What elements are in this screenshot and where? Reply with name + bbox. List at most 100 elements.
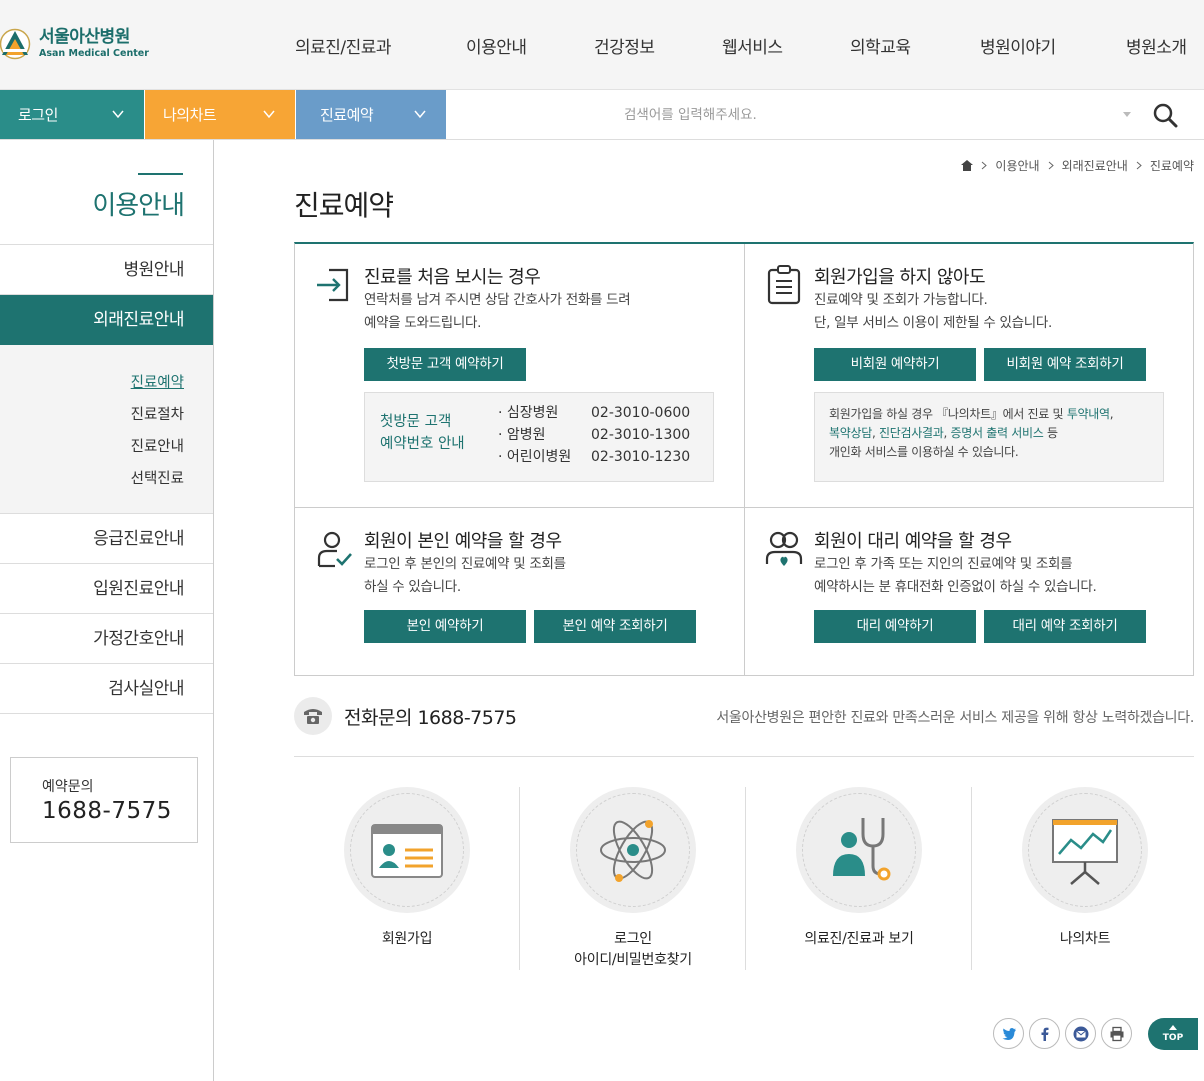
quick-link-label-line2: 아이디/비밀번호찾기 bbox=[574, 952, 692, 968]
phone-name: · 심장병원 bbox=[498, 405, 559, 421]
clipboard-icon bbox=[767, 265, 801, 305]
card-desc-line2: 예약을 도와드립니다. bbox=[364, 315, 482, 331]
self-reserve-button[interactable]: 본인 예약하기 bbox=[364, 610, 526, 643]
user-check-icon bbox=[317, 531, 352, 568]
nav-doctors[interactable]: 의료진/진료과 bbox=[295, 33, 392, 58]
card-desc-line1: 로그인 후 본인의 진료예약 및 조회를 bbox=[364, 556, 566, 572]
quick-link-label: 회원가입 bbox=[294, 929, 520, 950]
site-header: 서울아산병원 Asan Medical Center 의료진/진료과 이용안내 … bbox=[0, 0, 1204, 90]
quick-link-label-line1: 의료진/진료과 보기 bbox=[804, 931, 914, 947]
sidebar-item-lab[interactable]: 검사실안내 bbox=[0, 664, 213, 714]
quick-link-doctors[interactable]: 의료진/진료과 보기 bbox=[746, 787, 972, 970]
breadcrumb: 이용안내 외래진료안내 진료예약 bbox=[961, 157, 1194, 174]
phone-inquiry-message: 서울아산병원은 편안한 진료와 만족스러운 서비스 제공을 위해 항상 노력하겠… bbox=[716, 710, 1194, 726]
nonmember-reserve-button[interactable]: 비회원 예약하기 bbox=[814, 348, 976, 381]
facebook-share-button[interactable] bbox=[1029, 1018, 1060, 1049]
note-text: , bbox=[1109, 407, 1114, 421]
quick-link-circle bbox=[570, 787, 696, 913]
quick-link-mychart[interactable]: 나의차트 bbox=[972, 787, 1198, 970]
chevron-right-icon bbox=[1048, 161, 1054, 170]
phone-box-title: 첫방문 고객예약번호 안내 bbox=[380, 411, 465, 455]
search-input[interactable] bbox=[596, 90, 1126, 139]
scroll-top-button[interactable]: TOP bbox=[1148, 1018, 1198, 1050]
sidebar-item-inpatient[interactable]: 입원진료안내 bbox=[0, 564, 213, 614]
atom-icon bbox=[600, 820, 666, 882]
proxy-reserve-button[interactable]: 대리 예약하기 bbox=[814, 610, 976, 643]
twitter-share-button[interactable] bbox=[993, 1018, 1024, 1049]
first-visit-reserve-button[interactable]: 첫방문 고객 예약하기 bbox=[364, 348, 526, 381]
submenu-treatment-guide[interactable]: 진료안내 bbox=[0, 431, 184, 463]
page: { "header": { "logo_kr": "서울아산병원", "logo… bbox=[0, 0, 1204, 1081]
nav-education[interactable]: 의학교육 bbox=[850, 33, 911, 58]
arrow-up-icon bbox=[1169, 1025, 1177, 1030]
side-nav-deco bbox=[138, 173, 183, 175]
reservation-cards: 진료를 처음 보시는 경우 연락처를 남겨 주시면 상담 간호사가 전화를 드려… bbox=[294, 242, 1194, 676]
nav-health[interactable]: 건강정보 bbox=[594, 33, 655, 58]
search-icon[interactable] bbox=[1152, 102, 1178, 128]
reserve-button[interactable]: 진료예약 bbox=[296, 90, 446, 139]
card-desc: 로그인 후 본인의 진료예약 및 조회를하실 수 있습니다. bbox=[364, 553, 566, 599]
quick-link-login[interactable]: 로그인아이디/비밀번호찾기 bbox=[520, 787, 746, 970]
home-icon[interactable] bbox=[961, 160, 974, 171]
card-desc-line1: 연락처를 남겨 주시면 상담 간호사가 전화를 드려 bbox=[364, 292, 631, 308]
quick-link-label-line1: 로그인 bbox=[614, 931, 652, 947]
phone-box-title-line2: 예약번호 안내 bbox=[380, 436, 465, 452]
call-label: 예약문의 bbox=[42, 779, 94, 795]
breadcrumb-current: 진료예약 bbox=[1149, 159, 1194, 173]
card-desc-line2: 예약하시는 분 휴대전화 인증없이 하실 수 있습니다. bbox=[814, 579, 1097, 595]
search-dropdown-icon[interactable] bbox=[1123, 112, 1131, 117]
phone-number: 02-3010-1230 bbox=[591, 449, 691, 465]
nav-story[interactable]: 병원이야기 bbox=[980, 33, 1056, 58]
submenu-selective[interactable]: 선택진료 bbox=[0, 463, 184, 495]
member-benefit-note: 회원가입을 하실 경우 『나의차트』에서 진료 및 투약내역, 복약상담, 진단검… bbox=[814, 392, 1164, 482]
breadcrumb-item[interactable]: 이용안내 bbox=[995, 157, 1039, 174]
card-desc: 로그인 후 가족 또는 지인의 진료예약 및 조회를 예약하시는 분 휴대전화 인… bbox=[814, 553, 1097, 599]
sidebar-item-home-nursing[interactable]: 가정간호안내 bbox=[0, 614, 213, 664]
print-icon bbox=[1110, 1026, 1124, 1042]
chevron-down-icon bbox=[112, 110, 124, 119]
benefit-note-text: 회원가입을 하실 경우 『나의차트』에서 진료 및 투약내역, 복약상담, 진단검… bbox=[829, 405, 1114, 462]
proxy-lookup-button[interactable]: 대리 예약 조회하기 bbox=[984, 610, 1146, 643]
sidebar-submenu: 진료예약 진료절차 진료안내 선택진료 bbox=[0, 345, 213, 514]
note-text: 회원가입을 하실 경우 『나의차트』에서 진료 및 bbox=[829, 407, 1067, 421]
quick-link-label: 로그인아이디/비밀번호찾기 bbox=[520, 929, 746, 971]
nonmember-lookup-button[interactable]: 비회원 예약 조회하기 bbox=[984, 348, 1146, 381]
quick-bar: 로그인 나의차트 진료예약 bbox=[0, 90, 1204, 140]
nav-webservice[interactable]: 웹서비스 bbox=[722, 33, 783, 58]
twitter-icon bbox=[1002, 1028, 1016, 1040]
card-desc-line1: 진료예약 및 조회가 가능합니다. bbox=[814, 292, 988, 308]
side-nav: 이용안내 병원안내 외래진료안내 진료예약 진료절차 진료안내 선택진료 응급진… bbox=[0, 140, 214, 1081]
phone-row: · 심장병원 02-3010-0600 bbox=[498, 402, 690, 424]
chevron-down-icon bbox=[263, 110, 275, 119]
submenu-procedure[interactable]: 진료절차 bbox=[0, 399, 184, 431]
card-desc: 진료예약 및 조회가 가능합니다. 단, 일부 서비스 이용이 제한될 수 있습니… bbox=[814, 289, 1052, 335]
breadcrumb-item[interactable]: 외래진료안내 bbox=[1062, 157, 1128, 174]
note-text: 등 bbox=[1043, 426, 1058, 440]
card-self-reserve: 회원이 본인 예약을 할 경우 로그인 후 본인의 진료예약 및 조회를하실 수… bbox=[295, 508, 744, 676]
mychart-label: 나의차트 bbox=[163, 106, 217, 124]
nav-about[interactable]: 병원소개 bbox=[1126, 33, 1187, 58]
sidebar-item-outpatient[interactable]: 외래진료안내 bbox=[0, 295, 213, 345]
quick-link-join[interactable]: 회원가입 bbox=[294, 787, 520, 970]
phone-icon bbox=[294, 697, 332, 735]
submenu-reservation[interactable]: 진료예약 bbox=[0, 367, 184, 399]
card-first-visit: 진료를 처음 보시는 경우 연락처를 남겨 주시면 상담 간호사가 전화를 드려… bbox=[295, 244, 744, 507]
print-button[interactable] bbox=[1101, 1018, 1132, 1049]
login-button[interactable]: 로그인 bbox=[0, 90, 144, 139]
nav-guide[interactable]: 이용안내 bbox=[466, 33, 527, 58]
quick-link-label-line1: 회원가입 bbox=[381, 931, 433, 947]
self-lookup-button[interactable]: 본인 예약 조회하기 bbox=[534, 610, 696, 643]
reserve-label: 진료예약 bbox=[320, 106, 374, 124]
quick-link-label-line1: 나의차트 bbox=[1059, 931, 1111, 947]
note-text: , bbox=[871, 426, 879, 440]
quick-links: 회원가입 로그인 아이디/비밀번호찾기 의료진/진료과 보기 나의차트 bbox=[294, 787, 1194, 970]
first-visit-phone-box: 첫방문 고객 예약번호 안내 · 심장병원 02-3010-0600 · 암병원 02… bbox=[364, 392, 714, 482]
card-desc-line2: 하실 수 있습니다. bbox=[364, 579, 461, 595]
note-text: 개인화 서비스를 이용하실 수 있습니다. bbox=[829, 445, 1019, 459]
card-title: 회원이 본인 예약을 할 경우 bbox=[364, 531, 562, 552]
sidebar-item-hospital-guide[interactable]: 병원안내 bbox=[0, 245, 213, 295]
phone-box-title-line1: 첫방문 고객 bbox=[380, 414, 452, 430]
mychart-button[interactable]: 나의차트 bbox=[145, 90, 295, 139]
email-share-button[interactable] bbox=[1065, 1018, 1096, 1049]
sidebar-item-emergency[interactable]: 응급진료안내 bbox=[0, 514, 213, 564]
